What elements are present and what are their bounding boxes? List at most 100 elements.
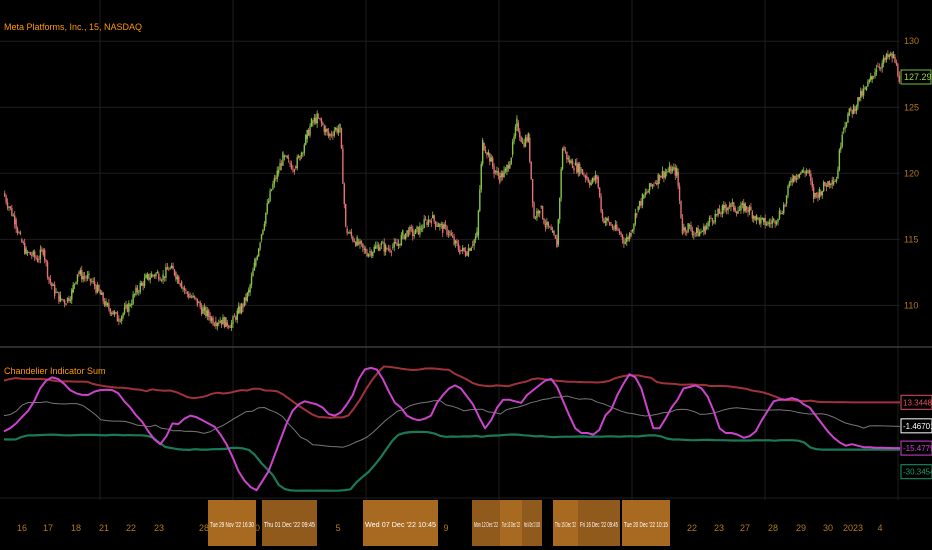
candle-body bbox=[861, 90, 863, 96]
candle-body bbox=[16, 228, 19, 233]
time-tick-label: 29 bbox=[796, 523, 806, 533]
candle-body bbox=[707, 222, 709, 227]
time-tick-label: 23 bbox=[154, 523, 164, 533]
time-tick-label: 9 bbox=[443, 523, 448, 533]
candle-body bbox=[507, 165, 510, 169]
candle-body bbox=[374, 246, 377, 249]
candle-body bbox=[855, 106, 858, 112]
candle-body bbox=[337, 129, 340, 133]
candle-body bbox=[791, 178, 793, 182]
candle-body bbox=[493, 166, 495, 174]
candle-body bbox=[761, 217, 764, 219]
candle-body bbox=[714, 213, 716, 222]
candle-body bbox=[414, 229, 417, 235]
candle-body bbox=[624, 242, 627, 244]
candle-body bbox=[209, 315, 211, 321]
candle-body bbox=[249, 284, 251, 293]
candle-body bbox=[113, 312, 116, 315]
candle-body bbox=[280, 163, 283, 166]
time-tick-label: 2023 bbox=[843, 523, 863, 533]
candle-body bbox=[335, 128, 337, 130]
candle-body bbox=[266, 203, 268, 213]
candle-body bbox=[533, 202, 535, 219]
candle-body bbox=[372, 252, 374, 256]
candle-body bbox=[594, 175, 597, 181]
candle-body bbox=[550, 227, 552, 230]
time-tick-label: 21 bbox=[99, 523, 109, 533]
candle-body bbox=[69, 299, 72, 301]
candle-body bbox=[513, 136, 515, 142]
candle-body bbox=[845, 122, 848, 127]
candle-body bbox=[664, 172, 666, 178]
candle-body bbox=[634, 213, 637, 224]
candle-body bbox=[790, 180, 792, 183]
candle-body bbox=[183, 287, 186, 290]
candle-body bbox=[216, 323, 218, 327]
candle-body bbox=[571, 160, 574, 169]
candle-body bbox=[758, 217, 761, 224]
candle-body bbox=[820, 191, 822, 196]
candle-body bbox=[376, 245, 378, 247]
candle-body bbox=[750, 206, 752, 211]
candle-body bbox=[788, 182, 791, 186]
candle-body bbox=[564, 150, 567, 152]
candle-body bbox=[364, 248, 367, 253]
osc-value-label: 13.34481 bbox=[903, 398, 932, 407]
candle-body bbox=[838, 149, 841, 170]
candle-body bbox=[616, 224, 618, 230]
candle-body bbox=[322, 122, 324, 126]
candle-body bbox=[577, 163, 579, 173]
time-highlight-label: Tue 29 Nov '22 16:30 bbox=[210, 520, 254, 529]
candle-body bbox=[259, 242, 261, 249]
candle-body bbox=[269, 190, 271, 202]
candle-body bbox=[63, 300, 66, 304]
candle-body bbox=[842, 128, 845, 130]
candle-body bbox=[419, 225, 421, 235]
candle-body bbox=[329, 133, 331, 137]
candle-body bbox=[309, 126, 311, 136]
candle-body bbox=[890, 53, 892, 56]
candle-body bbox=[222, 317, 224, 325]
candle-body bbox=[678, 186, 681, 201]
candle-body bbox=[332, 135, 334, 137]
candle-body bbox=[155, 273, 157, 277]
candle-body bbox=[587, 178, 589, 183]
candle-body bbox=[51, 282, 53, 286]
candle-body bbox=[578, 163, 581, 175]
candle-body bbox=[180, 281, 183, 289]
candle-body bbox=[537, 210, 540, 214]
candle-body bbox=[688, 225, 691, 227]
candle-body bbox=[754, 216, 756, 221]
candle-body bbox=[516, 118, 518, 127]
candle-body bbox=[687, 223, 689, 232]
candle-body bbox=[704, 226, 706, 234]
candle-body bbox=[295, 166, 297, 169]
candle-body bbox=[841, 134, 843, 147]
candle-body bbox=[544, 223, 547, 228]
candle-body bbox=[872, 76, 875, 77]
candle-body bbox=[238, 306, 240, 314]
candle-body bbox=[121, 316, 123, 321]
candle-body bbox=[354, 241, 357, 246]
candle-body bbox=[888, 55, 890, 58]
candle-body bbox=[459, 249, 461, 254]
candle-body bbox=[443, 224, 445, 229]
candle-body bbox=[363, 248, 365, 250]
candle-body bbox=[326, 128, 328, 132]
candle-body bbox=[83, 276, 86, 278]
candle-body bbox=[52, 284, 54, 286]
candle-body bbox=[778, 210, 781, 219]
candle-body bbox=[417, 226, 420, 235]
candle-body bbox=[805, 170, 808, 174]
candle-body bbox=[837, 169, 839, 179]
candle-body bbox=[631, 229, 634, 232]
candle-body bbox=[373, 246, 375, 253]
candle-body bbox=[356, 237, 358, 246]
candle-body bbox=[286, 155, 288, 159]
candle-body bbox=[617, 229, 619, 231]
candle-body bbox=[814, 192, 816, 198]
candle-body bbox=[195, 297, 197, 299]
candle-body bbox=[529, 137, 531, 162]
candle-body bbox=[733, 202, 735, 211]
candle-body bbox=[540, 205, 542, 207]
